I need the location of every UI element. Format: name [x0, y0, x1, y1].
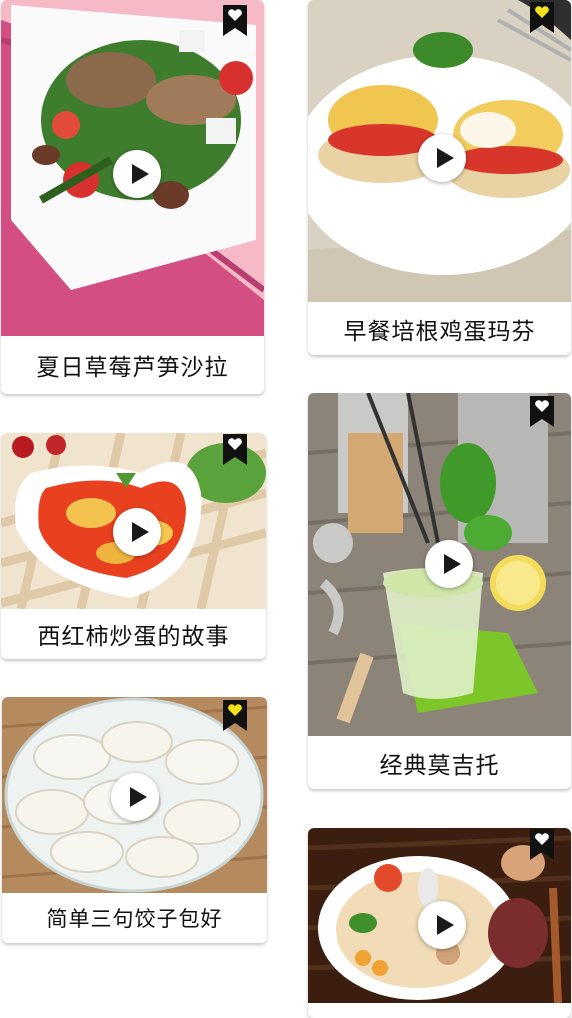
heart-bookmark-icon[interactable] — [530, 2, 554, 33]
heart-bookmark-icon[interactable] — [530, 396, 554, 427]
recipe-title[interactable]: 夏日草莓芦笋沙拉 — [1, 336, 264, 394]
play-icon[interactable] — [425, 540, 473, 588]
recipe-title[interactable]: 西红柿炒蛋的故事 — [1, 609, 266, 659]
play-icon[interactable] — [113, 508, 161, 556]
recipe-card[interactable]: 早餐培根鸡蛋玛芬 — [308, 0, 571, 355]
recipe-title[interactable]: 简单三句饺子包好 — [2, 893, 267, 943]
play-icon[interactable] — [418, 134, 466, 182]
heart-bookmark-icon[interactable] — [223, 5, 247, 36]
play-icon[interactable] — [418, 901, 466, 949]
play-icon[interactable] — [111, 773, 159, 821]
recipe-title[interactable]: 早餐培根鸡蛋玛芬 — [308, 302, 571, 355]
heart-bookmark-icon[interactable] — [530, 829, 554, 860]
recipe-card[interactable]: 经典莫吉托 — [308, 393, 571, 789]
recipe-card[interactable]: 简单三句饺子包好 — [2, 697, 267, 943]
heart-bookmark-icon[interactable] — [223, 434, 247, 465]
recipe-card[interactable]: 夏日草莓芦笋沙拉 — [1, 0, 264, 394]
recipe-title[interactable]: 经典莫吉托 — [308, 736, 571, 789]
recipe-card[interactable]: 西红柿炒蛋的故事 — [1, 433, 266, 659]
heart-bookmark-icon[interactable] — [223, 700, 247, 731]
play-icon[interactable] — [113, 150, 161, 198]
